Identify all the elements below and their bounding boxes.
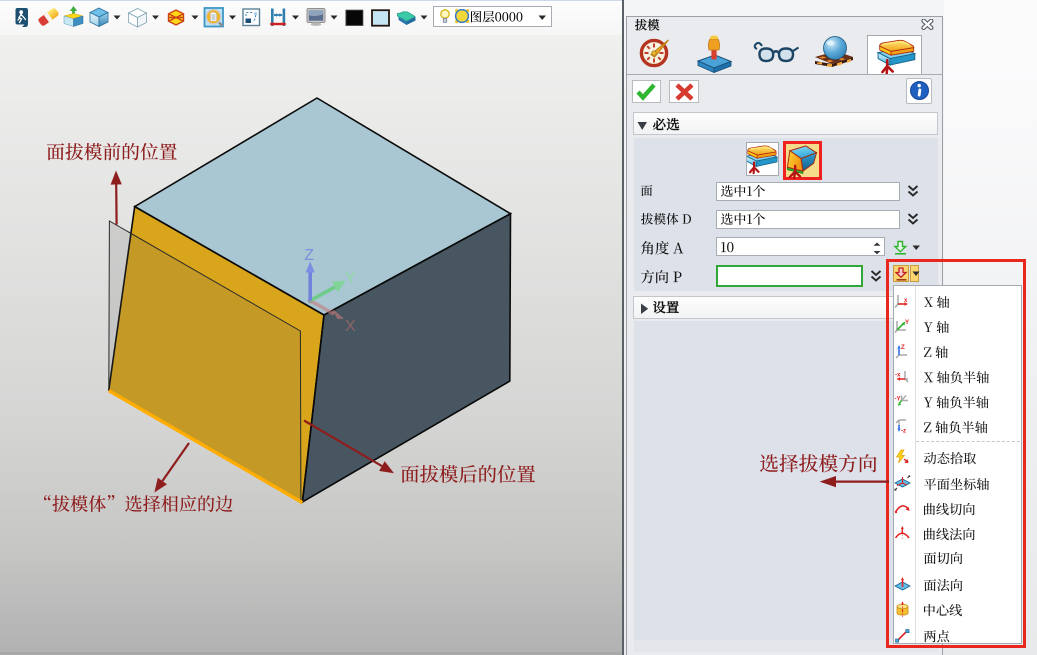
svg-text:Y: Y	[345, 270, 356, 287]
svg-text:X: X	[345, 318, 356, 335]
svg-text:Z: Z	[304, 247, 314, 264]
